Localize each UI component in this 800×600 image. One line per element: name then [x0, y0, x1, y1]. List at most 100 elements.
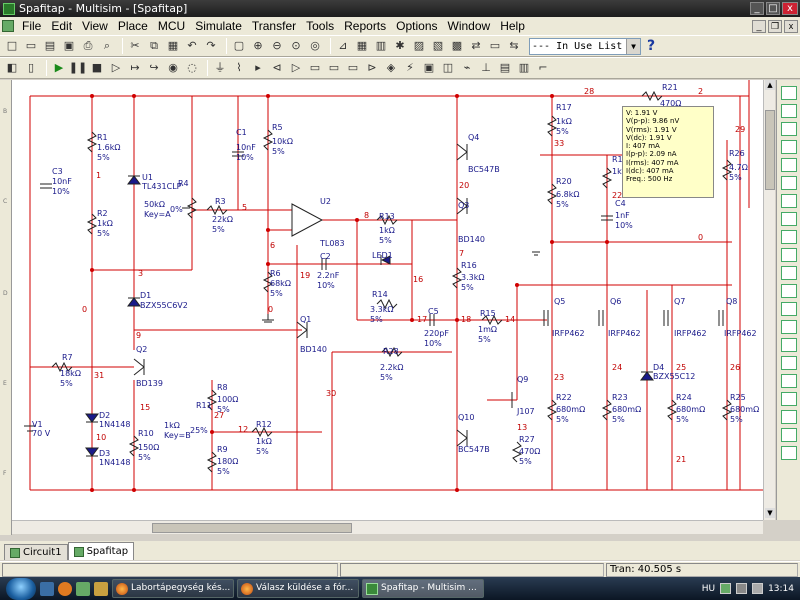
pause-at-next-icon[interactable]: ▷ [108, 60, 124, 76]
menu-transfer[interactable]: Transfer [248, 19, 302, 33]
menu-reports[interactable]: Reports [340, 19, 392, 33]
place-basic-icon[interactable]: ⌇ [231, 60, 247, 76]
schematic-workspace[interactable]: R1 1.6kΩ 5% R2 1kΩ 5% C3 10nF 10% U1 TL4… [12, 80, 763, 520]
mdi-restore-button[interactable]: ❐ [768, 19, 782, 33]
place-cmos-icon[interactable]: ▭ [326, 60, 342, 76]
paste-icon[interactable]: ▦ [165, 38, 181, 54]
tektronix-oscilloscope-icon[interactable] [781, 392, 797, 406]
zoom-fit-icon[interactable]: ◎ [307, 38, 323, 54]
wattmeter-icon[interactable] [781, 122, 797, 136]
current-probe-icon[interactable] [781, 446, 797, 460]
place-bus-icon[interactable]: ⌐ [535, 60, 551, 76]
place-ttl-icon[interactable]: ▭ [307, 60, 323, 76]
transfer-icon[interactable]: ⇄ [468, 38, 484, 54]
menu-simulate[interactable]: Simulate [191, 19, 248, 33]
agilent-multimeter-icon[interactable] [781, 356, 797, 370]
agilent-generator-icon[interactable] [781, 338, 797, 352]
remove-breakpoints-icon[interactable]: ◌ [184, 60, 200, 76]
zoom-in-icon[interactable]: ⊕ [250, 38, 266, 54]
horizontal-scroll-thumb[interactable] [152, 523, 352, 533]
document-icon[interactable] [2, 20, 14, 32]
pause-switch-icon[interactable]: ▯ [23, 60, 39, 76]
taskbar-item[interactable]: Válasz küldése a fór... [237, 579, 359, 598]
mdi-close-button[interactable]: x [784, 19, 798, 33]
network-analyzer-icon[interactable] [781, 320, 797, 334]
place-transistor-icon[interactable]: ⊲ [269, 60, 285, 76]
clock[interactable]: 13:14 [768, 584, 794, 594]
scroll-up-icon[interactable]: ▲ [765, 80, 775, 90]
print-preview-icon[interactable]: ⌕ [99, 38, 115, 54]
menu-help[interactable]: Help [496, 19, 531, 33]
menu-options[interactable]: Options [392, 19, 443, 33]
tab-spafitap[interactable]: Spafitap [67, 542, 135, 560]
fullscreen-icon[interactable]: ▢ [231, 38, 247, 54]
language-indicator[interactable]: HU [702, 584, 715, 594]
simulation-switch-icon[interactable]: ◧ [4, 60, 20, 76]
place-hb-icon[interactable]: ▥ [516, 60, 532, 76]
place-analog-icon[interactable]: ▷ [288, 60, 304, 76]
hierarchy-icon[interactable]: ⊿ [335, 38, 351, 54]
place-diode-icon[interactable]: ▸ [250, 60, 266, 76]
start-button[interactable] [6, 577, 36, 600]
menu-tools[interactable]: Tools [302, 19, 340, 33]
taskbar-item[interactable]: Labortápegység kés... [112, 579, 234, 598]
redo-icon[interactable]: ↷ [203, 38, 219, 54]
zoom-out-icon[interactable]: ⊖ [269, 38, 285, 54]
minimize-button[interactable]: _ [750, 2, 764, 15]
menu-place[interactable]: Place [114, 19, 154, 33]
vertical-scrollbar[interactable]: ▲ ▼ [763, 80, 775, 520]
erc-icon[interactable]: ▩ [449, 38, 465, 54]
help-icon[interactable]: ? [647, 38, 655, 54]
menu-file[interactable]: File [18, 19, 47, 33]
pause-simulation-icon[interactable]: ❚❚ [69, 60, 87, 76]
print-icon[interactable]: ⎙ [80, 38, 96, 54]
function-generator-icon[interactable] [781, 104, 797, 118]
in-use-list-dropdown[interactable]: --- In Use List --- ▼ [529, 37, 641, 67]
database-icon[interactable]: ▥ [373, 38, 389, 54]
menu-edit[interactable]: Edit [47, 19, 78, 33]
place-mixed-icon[interactable]: ⊳ [364, 60, 380, 76]
open-folder-icon[interactable]: ▭ [23, 38, 39, 54]
undo-icon[interactable]: ↶ [184, 38, 200, 54]
bode-plotter-icon[interactable] [781, 176, 797, 190]
place-power-icon[interactable]: ⚡ [402, 60, 418, 76]
place-misc-digital-icon[interactable]: ▭ [345, 60, 361, 76]
volume-icon[interactable] [752, 583, 764, 594]
measurement-probe-icon[interactable] [781, 410, 797, 424]
cut-icon[interactable]: ✂ [127, 38, 143, 54]
grapher-icon[interactable]: ▨ [411, 38, 427, 54]
place-electromech-icon[interactable]: ⊥ [478, 60, 494, 76]
place-advanced-icon[interactable]: ◫ [440, 60, 456, 76]
labview-instrument-icon[interactable] [781, 428, 797, 442]
menu-view[interactable]: View [78, 19, 114, 33]
spectrum-analyzer-icon[interactable] [781, 302, 797, 316]
logic-converter-icon[interactable] [781, 248, 797, 262]
save-icon[interactable]: ▣ [61, 38, 77, 54]
menu-window[interactable]: Window [444, 19, 497, 33]
mdi-minimize-button[interactable]: _ [752, 19, 766, 33]
maximize-button[interactable]: □ [766, 2, 780, 15]
close-button[interactable]: x [782, 2, 798, 15]
zoom-area-icon[interactable]: ⊙ [288, 38, 304, 54]
four-channel-oscilloscope-icon[interactable] [781, 158, 797, 172]
multisim-quicklaunch-icon[interactable] [76, 581, 90, 596]
place-misc-icon[interactable]: ▣ [421, 60, 437, 76]
scroll-down-icon[interactable]: ▼ [765, 508, 775, 518]
step-over-icon[interactable]: ↪ [146, 60, 162, 76]
copy-icon[interactable]: ⧉ [146, 38, 162, 54]
tray-app-icon[interactable] [720, 583, 732, 594]
distortion-analyzer-icon[interactable] [781, 284, 797, 298]
iv-analyzer-icon[interactable] [781, 266, 797, 280]
word-generator-icon[interactable] [781, 212, 797, 226]
ultiboard-icon[interactable]: ▭ [487, 38, 503, 54]
horizontal-scrollbar[interactable] [12, 520, 763, 534]
step-icon[interactable]: ↦ [127, 60, 143, 76]
place-source-icon[interactable]: ⏚ [212, 60, 228, 76]
tab-circuit1[interactable]: Circuit1 [4, 544, 68, 560]
multimeter-icon[interactable] [781, 86, 797, 100]
place-rf-icon[interactable]: ⌁ [459, 60, 475, 76]
place-indicator-icon[interactable]: ◈ [383, 60, 399, 76]
agilent-oscilloscope-icon[interactable] [781, 374, 797, 388]
open-sample-icon[interactable]: ▤ [42, 38, 58, 54]
postprocessor-icon[interactable]: ▧ [430, 38, 446, 54]
